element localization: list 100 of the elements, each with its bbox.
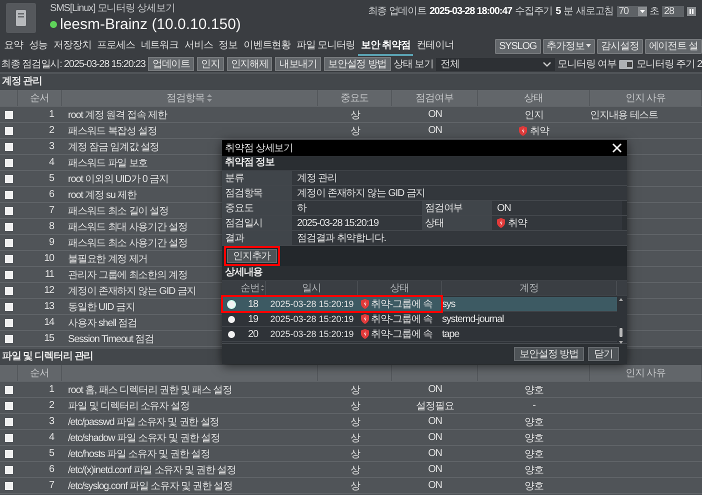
checkbox[interactable]	[5, 334, 13, 342]
table-cell-text: 계정 잠금 임계값 설정	[68, 140, 160, 154]
field-label: 점검여부	[422, 201, 492, 215]
column-header: 중요도	[340, 92, 369, 105]
table-cell-text: ON	[427, 415, 443, 429]
button[interactable]: 보안설정 방법	[324, 57, 391, 71]
checkbox[interactable]	[5, 466, 13, 474]
checkbox[interactable]	[5, 142, 13, 150]
checkbox[interactable]	[5, 174, 13, 182]
table-cell-text: 양호	[524, 480, 544, 493]
tab[interactable]: 저장장치	[50, 36, 94, 56]
checkbox[interactable]	[5, 286, 13, 294]
column-header: 순서	[30, 367, 49, 380]
table-cell-text: /etc/hosts 파일 소유자 및 권한 설정	[68, 448, 210, 460]
tab[interactable]: 요약	[1, 36, 26, 56]
tab[interactable]: 파일 모니터링	[293, 36, 358, 56]
button[interactable]: SYSLOG	[495, 38, 541, 54]
field-label: 점검일시	[222, 216, 292, 230]
info-value: 5	[556, 6, 561, 16]
toggle-switch[interactable]	[619, 60, 634, 68]
tab[interactable]: 성능	[26, 36, 51, 56]
checkbox[interactable]	[5, 418, 13, 426]
table-cell-text: ON	[427, 463, 443, 477]
status-select[interactable]: 전체	[436, 58, 555, 70]
chevron-icon	[542, 62, 551, 66]
info-label: 초	[650, 5, 659, 18]
column-header: 인지 사유	[626, 92, 666, 105]
countdown-field: 28	[662, 6, 684, 16]
table-cell-text: ON	[427, 124, 443, 138]
table-cell-text: 1	[48, 383, 55, 397]
tab[interactable]: 네트워크	[138, 36, 182, 56]
column-header: 점검항목	[166, 92, 204, 105]
button[interactable]: 보안설정 방법	[514, 347, 584, 361]
period-label: 모니터링 주기 2	[636, 58, 702, 71]
checkbox[interactable]	[5, 482, 13, 490]
radio-button[interactable]	[228, 316, 234, 322]
filter-label: 상태 보기	[394, 58, 434, 71]
tab[interactable]: 컨테이너	[413, 36, 457, 56]
table-cell-text: ON	[427, 431, 443, 445]
server-icon	[6, 3, 36, 33]
table-cell-text: 6	[48, 463, 56, 477]
button[interactable]: 인지	[197, 57, 224, 71]
table-cell-text: 양호	[524, 448, 544, 461]
button[interactable]: 인지추가	[227, 249, 277, 263]
button[interactable]: 감시설정	[597, 38, 643, 54]
table-cell-text: /etc/syslog.conf 파일 소유자 및 권한 설정	[68, 480, 232, 492]
checkbox[interactable]	[5, 434, 13, 442]
tab[interactable]: 서비스	[181, 36, 216, 56]
checkbox[interactable]	[5, 254, 13, 262]
button[interactable]: 내보내기	[275, 57, 322, 71]
button[interactable]: 닫기	[588, 347, 619, 361]
table-cell-text: 5	[48, 447, 56, 461]
checkbox[interactable]	[5, 450, 13, 458]
shield-icon	[361, 314, 369, 324]
table-cell-text: 2	[48, 399, 55, 413]
checkbox[interactable]	[5, 270, 13, 278]
checkbox[interactable]	[5, 318, 13, 326]
info-label: 새로고침	[576, 5, 614, 18]
tab[interactable]: 이벤트현황	[240, 36, 294, 56]
field-value: 계정이 존재하지 않는 GID 금지	[292, 186, 627, 200]
checkbox[interactable]	[5, 158, 13, 166]
checkbox[interactable]	[5, 402, 13, 410]
table-cell-text: Session Timeout 점검	[68, 332, 154, 346]
table-cell-text: 상	[349, 432, 362, 445]
tab[interactable]: 정보	[216, 36, 240, 56]
table-cell-text: ON	[427, 447, 443, 461]
info-label: 수집주기	[515, 5, 553, 18]
checkbox[interactable]	[5, 126, 13, 134]
checkbox[interactable]	[5, 386, 13, 394]
pause-icon	[687, 6, 696, 16]
table-cell-text: tape	[442, 328, 460, 341]
field-value: 2025-03-28 15:20:19	[292, 216, 422, 230]
checkbox[interactable]	[5, 110, 13, 118]
table-cell-text: 패스워드 최소 길이 설정	[68, 204, 169, 218]
checkbox[interactable]	[5, 238, 13, 246]
section-title: 계정 관리	[0, 74, 702, 90]
checkbox[interactable]	[5, 206, 13, 214]
table-cell-text: 상	[349, 384, 362, 397]
checkbox[interactable]	[5, 302, 13, 310]
checkbox[interactable]	[5, 190, 13, 198]
column-header: 상태	[524, 92, 543, 105]
refresh-select[interactable]: 70	[616, 6, 647, 16]
tab[interactable]: 프로세스	[94, 36, 138, 56]
table-cell-text: 상	[349, 108, 362, 122]
radio-button[interactable]	[228, 330, 234, 338]
table-cell-text: 7	[48, 204, 55, 218]
table-cell-text: 10	[43, 252, 56, 266]
button[interactable]: 에이전트 설	[644, 38, 702, 54]
checkbox[interactable]	[5, 222, 13, 230]
dialog-title: 취약점 상세보기	[225, 142, 293, 155]
table-cell-text: 15	[43, 332, 56, 346]
table-cell-text: 인지	[524, 108, 544, 122]
table-cell-text: /etc/shadow 파일 소유자 및 권한 설정	[68, 432, 220, 444]
button[interactable]: 업데이트	[148, 57, 194, 71]
table-cell-text: systemd-journal	[442, 312, 505, 326]
dropdown-button[interactable]: 추가정보	[542, 38, 596, 54]
radio-button[interactable]	[228, 300, 234, 308]
table-cell-text: /etc/passwd 파일 소유자 및 권한 설정	[68, 416, 220, 428]
button[interactable]: 인지해제	[226, 57, 272, 71]
column-header: 계정	[520, 282, 538, 295]
